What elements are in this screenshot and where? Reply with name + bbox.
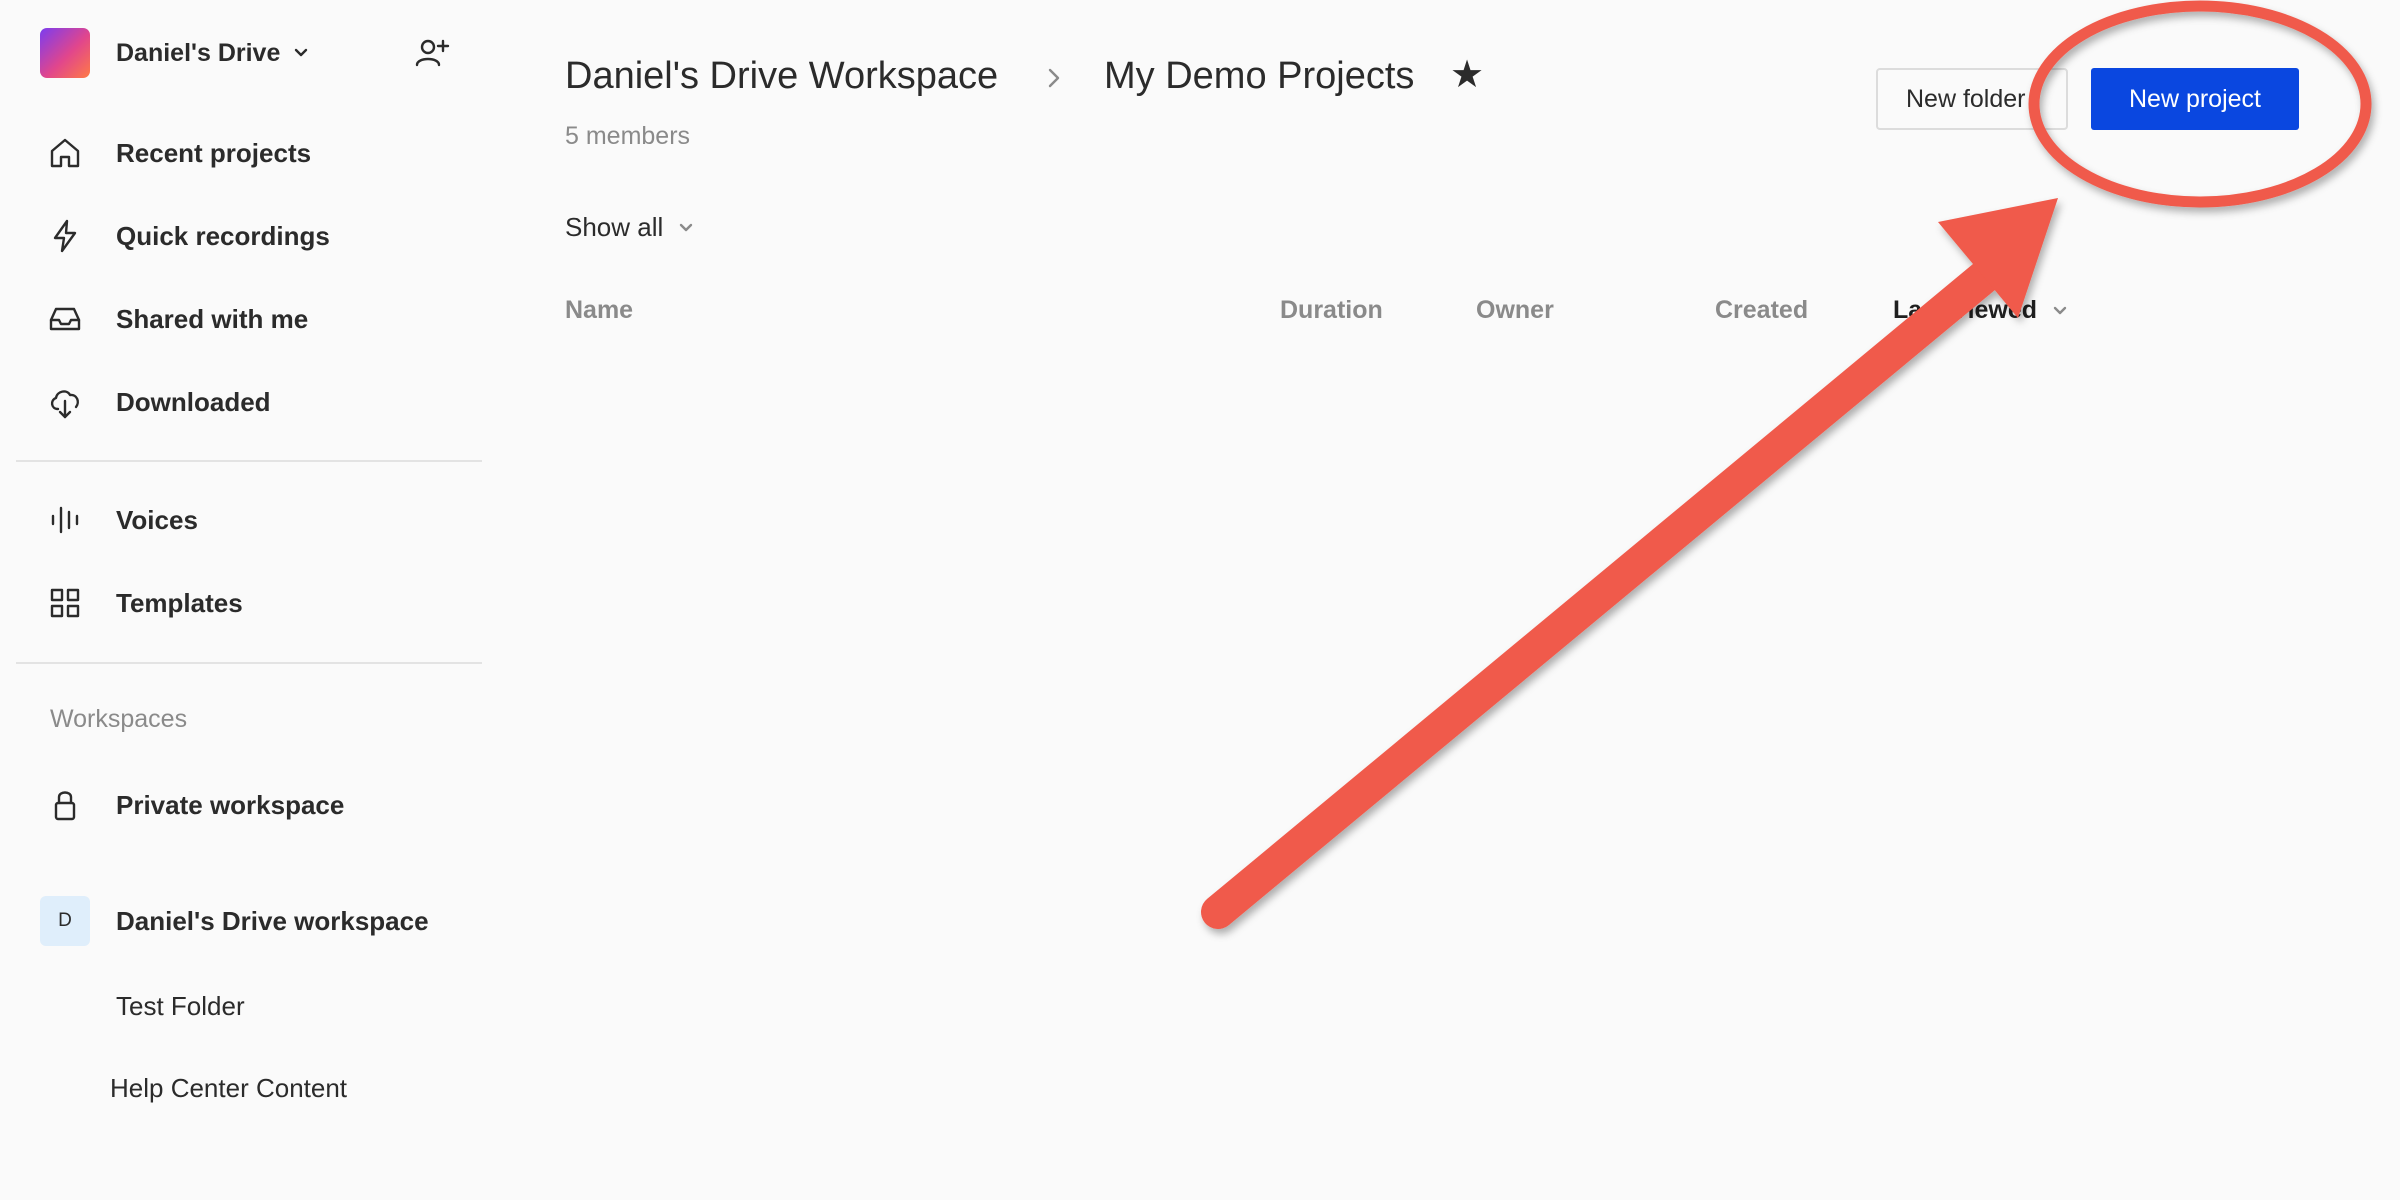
cloud-download-icon [40, 377, 90, 427]
column-name[interactable]: Name [565, 296, 633, 325]
nav-label: Quick recordings [116, 220, 330, 251]
new-folder-button[interactable]: New folder [1876, 68, 2068, 130]
nav-label: Templates [116, 587, 243, 618]
nav-quick-recordings[interactable]: Quick recordings [40, 211, 330, 261]
workspace-avatar: D [40, 896, 90, 946]
new-project-button[interactable]: New project [2091, 68, 2299, 130]
folder-item-help-center-content[interactable]: Help Center Content [110, 1073, 347, 1104]
column-duration[interactable]: Duration [1280, 296, 1383, 325]
column-last-viewed[interactable]: Last Viewed [1893, 296, 2069, 325]
voice-bars-icon [40, 495, 90, 545]
chevron-down-icon [680, 223, 693, 231]
nav-recent-projects[interactable]: Recent projects [40, 128, 311, 178]
show-all-filter[interactable]: Show all [565, 212, 695, 243]
chevron-down-icon [295, 48, 308, 57]
grid-icon [40, 578, 90, 628]
nav-label: Recent projects [116, 137, 312, 168]
sidebar: Daniel's Drive Recent projects Quick rec… [0, 0, 490, 1200]
nav-label: Daniel's Drive workspace [116, 905, 429, 936]
members-count[interactable]: 5 members [565, 122, 690, 151]
star-icon[interactable]: ★ [1450, 52, 1484, 97]
nav-voices[interactable]: Voices [40, 495, 198, 545]
home-icon [40, 128, 90, 178]
workspaces-header: Workspaces [50, 705, 188, 733]
annotation-arrow-shaft [1201, 255, 2007, 929]
show-all-label: Show all [565, 212, 664, 242]
sidebar-divider [16, 662, 482, 664]
nav-label: Downloaded [116, 386, 271, 417]
page-title: My Demo Projects [1104, 55, 1415, 97]
nav-downloaded[interactable]: Downloaded [40, 377, 271, 427]
lightning-icon [40, 211, 90, 261]
nav-label: Shared with me [116, 303, 309, 334]
account-name: Daniel's Drive [116, 38, 281, 67]
nav-templates[interactable]: Templates [40, 578, 243, 628]
column-last-viewed-label: Last Viewed [1893, 296, 2038, 324]
lock-icon [40, 780, 90, 830]
folder-item-test-folder[interactable]: Test Folder [116, 991, 245, 1022]
column-created[interactable]: Created [1715, 296, 1808, 325]
account-switcher[interactable]: Daniel's Drive [40, 28, 310, 78]
account-avatar [40, 28, 90, 78]
inbox-icon [40, 294, 90, 344]
breadcrumb-root[interactable]: Daniel's Drive Workspace [565, 55, 998, 98]
sidebar-divider [16, 460, 482, 462]
chevron-right-icon [1048, 68, 1060, 88]
nav-workspace-daniels-drive[interactable]: D Daniel's Drive workspace [40, 896, 429, 946]
nav-shared-with-me[interactable]: Shared with me [40, 294, 308, 344]
nav-label: Private workspace [116, 789, 345, 820]
invite-user-icon[interactable] [412, 34, 452, 74]
column-owner[interactable]: Owner [1476, 296, 1554, 325]
chevron-down-icon [2053, 306, 2067, 314]
nav-label: Voices [116, 504, 198, 535]
nav-private-workspace[interactable]: Private workspace [40, 780, 344, 830]
